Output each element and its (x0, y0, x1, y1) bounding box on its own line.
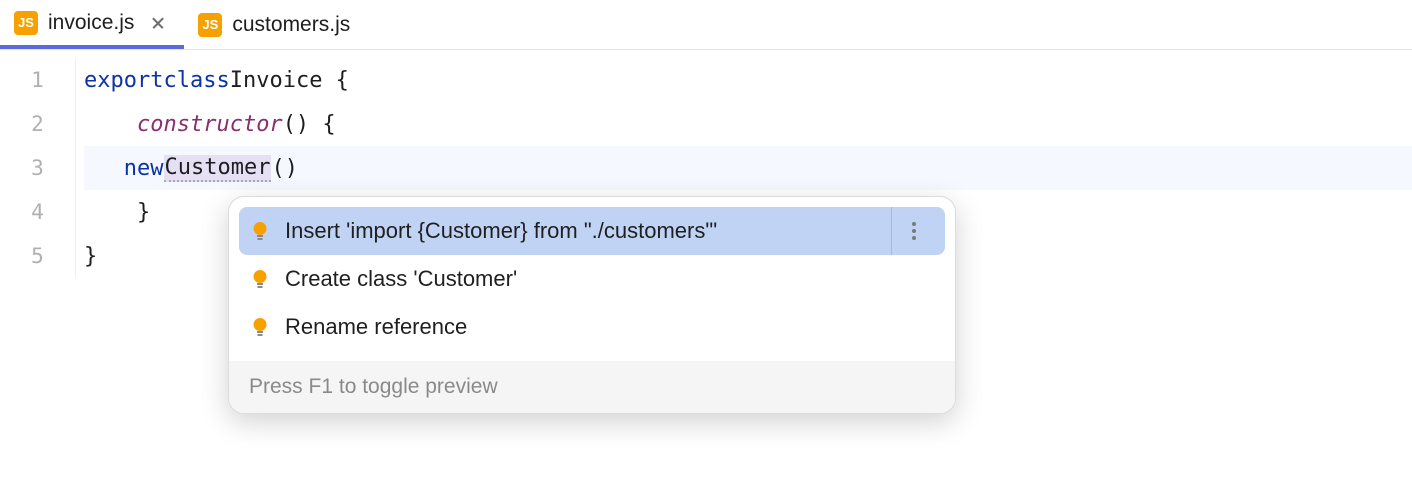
js-file-icon: JS (198, 13, 222, 37)
line-number: 2 (0, 102, 75, 146)
intention-label: Rename reference (285, 314, 935, 340)
intention-item-create-class[interactable]: Create class 'Customer' (239, 255, 945, 303)
line-number: 5 (0, 234, 75, 278)
bulb-icon (249, 316, 271, 338)
bulb-icon (249, 220, 271, 242)
close-icon[interactable] (150, 15, 166, 31)
code-line: new Customer() (84, 146, 1412, 190)
intention-list: Insert 'import {Customer} from "./custom… (229, 197, 955, 361)
bulb-icon (249, 268, 271, 290)
line-number: 1 (0, 58, 75, 102)
code-line: export class Invoice { (84, 58, 1412, 102)
intention-actions-popup: Insert 'import {Customer} from "./custom… (228, 196, 956, 414)
tab-label: customers.js (232, 13, 350, 37)
intention-item-rename-reference[interactable]: Rename reference (239, 303, 945, 351)
js-file-icon: JS (14, 11, 38, 35)
intention-label: Insert 'import {Customer} from "./custom… (285, 218, 877, 244)
editor-tabs: JS invoice.js JS customers.js (0, 0, 1412, 50)
tab-customers[interactable]: JS customers.js (184, 0, 368, 49)
intention-item-insert-import[interactable]: Insert 'import {Customer} from "./custom… (239, 207, 945, 255)
more-options-button[interactable] (891, 207, 935, 255)
gutter: 1 2 3 4 5 (0, 58, 76, 278)
popup-hint-footer: Press F1 to toggle preview (229, 361, 955, 413)
line-number: 4 (0, 190, 75, 234)
unresolved-reference: Customer (164, 155, 272, 182)
more-vertical-icon (912, 222, 916, 240)
code-line: constructor() { (84, 102, 1412, 146)
tab-invoice[interactable]: JS invoice.js (0, 0, 184, 49)
line-number: 3 (0, 146, 75, 190)
intention-label: Create class 'Customer' (285, 266, 935, 292)
tab-label: invoice.js (48, 11, 134, 35)
